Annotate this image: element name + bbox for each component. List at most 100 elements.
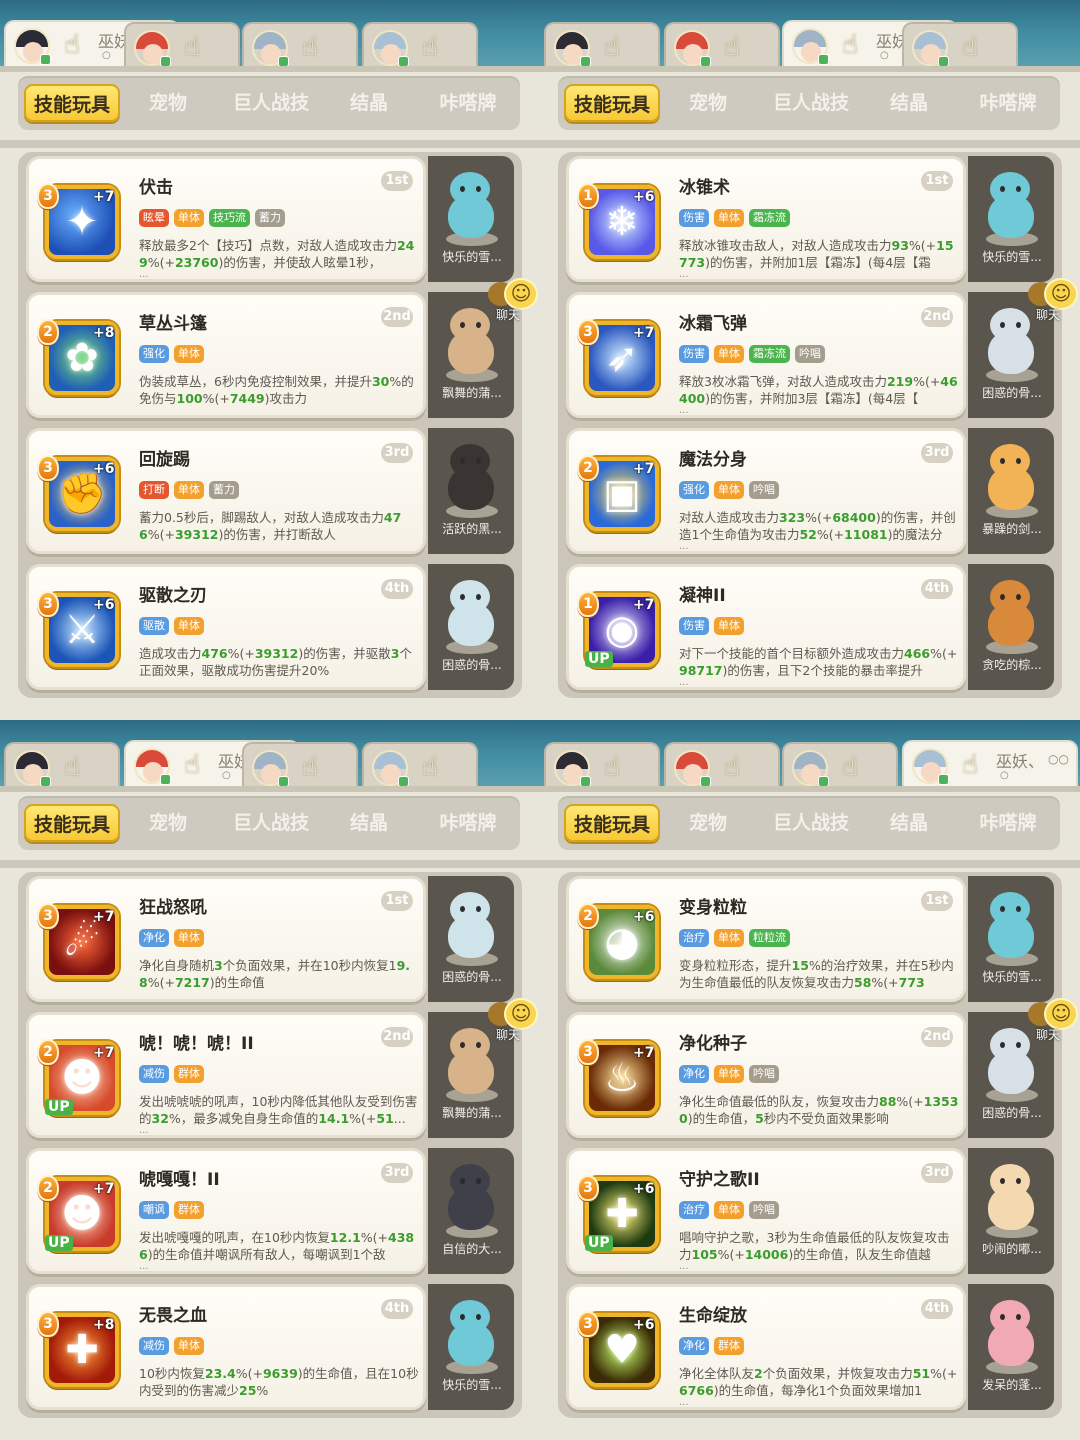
nav-tab-3[interactable]: 巨人战技 — [216, 84, 326, 122]
skill-card[interactable]: ✿ 2 +8 草丛斗篷 2nd 强化 单体 伪装成草丛，6秒内免疫控制效果，并提升… — [26, 292, 426, 418]
skill-card[interactable]: ☻ 2 +7 UP 唬嘎嘎！II 3rd 嘲讽 群体 发出唬嘎嘎的吼声，在10秒内… — [26, 1148, 426, 1274]
character-tab-4[interactable]: ☝ — [902, 22, 1018, 68]
skill-upgrade-count: +6 — [93, 597, 115, 613]
pet-slot[interactable]: 活跃的黑... — [428, 428, 514, 554]
skill-card[interactable]: ♥ 3 +6 生命绽放 4th 净化 群体 净化全体队友2个负面效果，并恢复攻击力… — [566, 1284, 966, 1410]
nav-tab-4[interactable]: 结晶 — [874, 84, 944, 122]
up-badge: UP — [585, 1235, 613, 1251]
skill-description: 净化自身随机3个负面效果，并在10秒内恢复19.8%(+7217)的生命值 — [139, 957, 421, 991]
pet-slot[interactable]: 困惑的骨... — [428, 876, 514, 1002]
pet-slot[interactable]: 贪吃的棕... — [968, 564, 1054, 690]
character-tab-1[interactable]: ☝ — [544, 742, 660, 788]
skill-card[interactable]: ➶ 3 +7 冰霜飞弹 2nd 伤害 单体 霜冻流 吟唱 释放3枚冰霜飞弹，对敌人造成… — [566, 292, 966, 418]
nav-tab-4[interactable]: 结晶 — [334, 84, 404, 122]
nav-tab-1[interactable]: 技能玩具 — [564, 84, 660, 122]
nav-tab-5[interactable]: 咔嗒牌 — [422, 84, 514, 122]
nav-tab-1[interactable]: 技能玩具 — [24, 84, 120, 122]
skill-tag: 粒粒流 — [749, 929, 790, 947]
pet-slot[interactable]: 快乐的雪... — [968, 876, 1054, 1002]
skill-card[interactable]: ◉ 1 +7 UP 凝神II 4th 伤害 单体 对下一个技能的首个目标额外造成攻… — [566, 564, 966, 690]
skill-upgrade-count: +6 — [633, 1181, 655, 1197]
character-tab-1[interactable]: ☝ — [4, 742, 120, 788]
pet-slot[interactable]: 快乐的雪... — [428, 156, 514, 282]
nav-tab-2[interactable]: 宠物 — [666, 804, 750, 842]
nav-tab-2[interactable]: 宠物 — [126, 804, 210, 842]
desc-highlight-value: 105 — [691, 1247, 718, 1262]
skill-card[interactable]: ☻ 2 +7 UP 唬！唬！唬！II 2nd 减伤 群体 发出唬唬唬的吼声，10秒… — [26, 1012, 426, 1138]
skill-card[interactable]: ▣ 2 +7 魔法分身 3rd 强化 单体 吟唱 对敌人造成攻击力323%(+684… — [566, 428, 966, 554]
nav-tab-2[interactable]: 宠物 — [126, 84, 210, 122]
desc-text: %，最多减免自身生命值的 — [168, 1111, 319, 1126]
skill-upgrade-count: +7 — [93, 1181, 115, 1197]
skill-tags: 眩晕 单体 技巧流 蓄力 — [139, 209, 290, 227]
nav-tab-3[interactable]: 巨人战技 — [756, 84, 866, 122]
skill-title: 守护之歌II — [679, 1170, 760, 1190]
character-tab-3[interactable]: ☝ — [242, 22, 358, 68]
pet-name: 暴躁的剑... — [982, 522, 1042, 536]
chat-button[interactable]: ☺ 聊天 — [484, 278, 540, 322]
character-tab-2[interactable]: ☝ — [664, 742, 780, 788]
pointing-hand-icon: ☝ — [962, 32, 978, 62]
skill-level-badge: 3 — [577, 1311, 599, 1337]
desc-highlight-value: 100 — [176, 391, 203, 406]
character-tab-2[interactable]: ☝ — [124, 22, 240, 68]
desc-text: %(+ — [227, 646, 255, 661]
nav-tab-5[interactable]: 咔嗒牌 — [962, 804, 1054, 842]
nav-tab-1[interactable]: 技能玩具 — [564, 804, 660, 842]
pet-slot[interactable]: 暴躁的剑... — [968, 428, 1054, 554]
skill-card[interactable]: ✚ 3 +6 UP 守护之歌II 3rd 治疗 单体 吟唱 唱响守护之歌，3秒为生命… — [566, 1148, 966, 1274]
desc-text: %(+ — [360, 1230, 388, 1245]
online-badge-icon — [818, 54, 829, 65]
skill-description: 蓄力0.5秒后，脚踢敌人，对敌人造成攻击力476%(+39312)的伤害，并打断… — [139, 509, 421, 543]
skill-tag: 吟唱 — [749, 1065, 779, 1083]
pet-slot[interactable]: 吵闹的嘟... — [968, 1148, 1054, 1274]
skill-tag: 单体 — [174, 209, 204, 227]
character-tab-4[interactable]: ☝ 巫妖、 ○○ ○ — [902, 740, 1078, 788]
skill-level-badge: 3 — [577, 1039, 599, 1065]
nav-tab-3[interactable]: 巨人战技 — [216, 804, 326, 842]
game-panel-1: ☝ 巫妖、○○○ ☝ ☝ ☝ 技能玩具宠物巨人战技结晶咔嗒牌 ✦ 3 +7 伏击… — [0, 0, 540, 720]
skill-card[interactable]: ❄ 1 +6 冰锥术 1st 伤害 单体 霜冻流 释放冰锥攻击敌人，对敌人造成攻击力… — [566, 156, 966, 282]
section-divider — [0, 140, 540, 148]
nav-tab-1[interactable]: 技能玩具 — [24, 804, 120, 842]
pet-slot[interactable]: 快乐的雪... — [968, 156, 1054, 282]
chat-button[interactable]: ☺ 聊天 — [1024, 278, 1080, 322]
pet-slot[interactable]: 困惑的骨... — [428, 564, 514, 690]
nav-tab-5[interactable]: 咔嗒牌 — [422, 804, 514, 842]
skill-card[interactable]: ◕ 2 +6 变身粒粒 1st 治疗 单体 粒粒流 变身粒粒形态，提升15%的治疗效… — [566, 876, 966, 1002]
desc-highlight-value: 773 — [898, 975, 925, 990]
character-tab-2[interactable]: ☝ — [664, 22, 780, 68]
nav-tab-3[interactable]: 巨人战技 — [756, 804, 866, 842]
chat-button[interactable]: ☺ 聊天 — [484, 998, 540, 1042]
pet-slot[interactable]: 快乐的雪... — [428, 1284, 514, 1410]
character-tab-4[interactable]: ☝ — [362, 742, 478, 788]
pet-name: 困惑的骨... — [442, 970, 502, 984]
character-tab-3[interactable]: ☝ — [242, 742, 358, 788]
pet-slot[interactable]: 自信的大... — [428, 1148, 514, 1274]
pet-name: 吵闹的嘟... — [982, 1242, 1042, 1256]
skill-card[interactable]: ✊ 3 +6 回旋踢 3rd 打断 单体 蓄力 蓄力0.5秒后，脚踢敌人，对敌人造成… — [26, 428, 426, 554]
skill-level-badge: 2 — [37, 1175, 59, 1201]
desc-text: %(+ — [202, 391, 230, 406]
skill-card[interactable]: ⚔ 3 +6 驱散之刃 4th 驱散 单体 造成攻击力476%(+39312)的伤… — [26, 564, 426, 690]
nav-tab-5[interactable]: 咔嗒牌 — [962, 84, 1054, 122]
nav-tab-4[interactable]: 结晶 — [874, 804, 944, 842]
skill-card[interactable]: ♨ 3 +7 净化种子 2nd 净化 单体 吟唱 净化生命值最低的队友，恢复攻击力8… — [566, 1012, 966, 1138]
skill-card[interactable]: ✚ 3 +8 无畏之血 4th 减伤 单体 10秒内恢复23.4%(+9639)的… — [26, 1284, 426, 1410]
character-tab-3[interactable]: ☝ — [782, 742, 898, 788]
character-tab-4[interactable]: ☝ — [362, 22, 478, 68]
skill-level-badge: 3 — [37, 455, 59, 481]
skill-card[interactable]: ☄ 3 +7 狂战怒吼 1st 净化 单体 净化自身随机3个负面效果，并在10秒内… — [26, 876, 426, 1002]
skill-card[interactable]: ✦ 3 +7 伏击 1st 眩晕 单体 技巧流 蓄力 释放最多2个【技巧】点数，对敌人… — [26, 156, 426, 282]
skill-tag: 霜冻流 — [749, 345, 790, 363]
more-ellipsis: ... — [139, 1125, 149, 1136]
nav-tab-2[interactable]: 宠物 — [666, 84, 750, 122]
desc-text: %(+ — [913, 374, 941, 389]
skill-title: 唬！唬！唬！II — [139, 1034, 254, 1054]
pet-slot[interactable]: 发呆的蓬... — [968, 1284, 1054, 1410]
skill-title: 冰锥术 — [679, 178, 730, 198]
chat-button[interactable]: ☺ 聊天 — [1024, 998, 1080, 1042]
nav-tab-4[interactable]: 结晶 — [334, 804, 404, 842]
character-tab-1[interactable]: ☝ — [544, 22, 660, 68]
desc-text: )的伤害，并使敌人眩晕1秒， — [218, 255, 382, 270]
